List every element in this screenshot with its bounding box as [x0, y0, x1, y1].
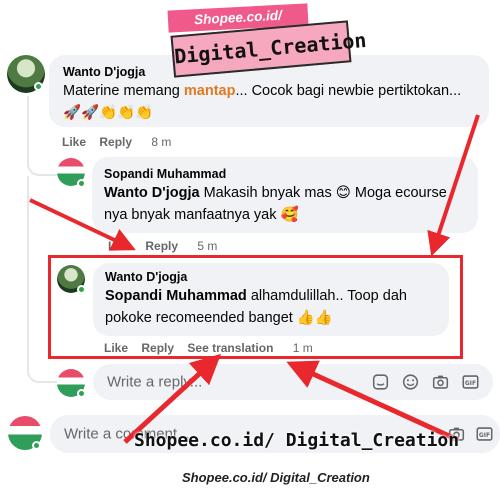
online-status-dot: [34, 82, 43, 91]
comment-actions: Like Reply 5 m: [108, 239, 227, 253]
watermark-footer-small: Shopee.co.id/ Digital_Creation: [182, 470, 370, 485]
gif-icon[interactable]: GIF: [462, 374, 479, 391]
reply-input-placeholder: Write a reply...: [107, 373, 203, 391]
like-button[interactable]: Like: [108, 239, 132, 253]
reply-button[interactable]: Reply: [145, 239, 178, 253]
svg-text:GIF: GIF: [479, 432, 490, 439]
comment-author[interactable]: Sopandi Muhammad: [104, 167, 226, 181]
reply-input[interactable]: Write a reply... GIF: [93, 364, 493, 400]
like-button[interactable]: Like: [62, 135, 86, 149]
online-status-dot: [32, 441, 41, 450]
emoji-icon[interactable]: [402, 374, 419, 391]
camera-icon[interactable]: [432, 374, 449, 391]
gif-icon[interactable]: GIF: [476, 426, 493, 443]
reply-button[interactable]: Reply: [99, 135, 132, 149]
sticker-icon[interactable]: [372, 374, 389, 391]
mention-link[interactable]: Wanto D'jogja: [104, 185, 200, 201]
watermark-footer: Shopee.co.id/ Digital_Creation: [134, 430, 460, 451]
comment-text: Materine memang mantap... Cocok bagi new…: [63, 83, 462, 121]
comment-bubble: Sopandi Muhammad Wanto D'jogja Makasih b…: [92, 157, 478, 233]
watermark-badge: Shopee.co.id/ Digital_Creation: [167, 3, 367, 78]
comment-time[interactable]: 8 m: [151, 135, 171, 149]
online-status-dot: [77, 179, 86, 188]
highlight-box: [48, 255, 463, 359]
comment-actions: Like Reply 8 m: [62, 135, 181, 149]
comment-time[interactable]: 5 m: [197, 239, 217, 253]
comment-author[interactable]: Wanto D'jogja: [63, 65, 145, 79]
comment-text: Wanto D'jogja Makasih bnyak mas 😊 Moga e…: [104, 185, 447, 223]
online-status-dot: [77, 389, 86, 398]
svg-text:GIF: GIF: [465, 380, 476, 387]
